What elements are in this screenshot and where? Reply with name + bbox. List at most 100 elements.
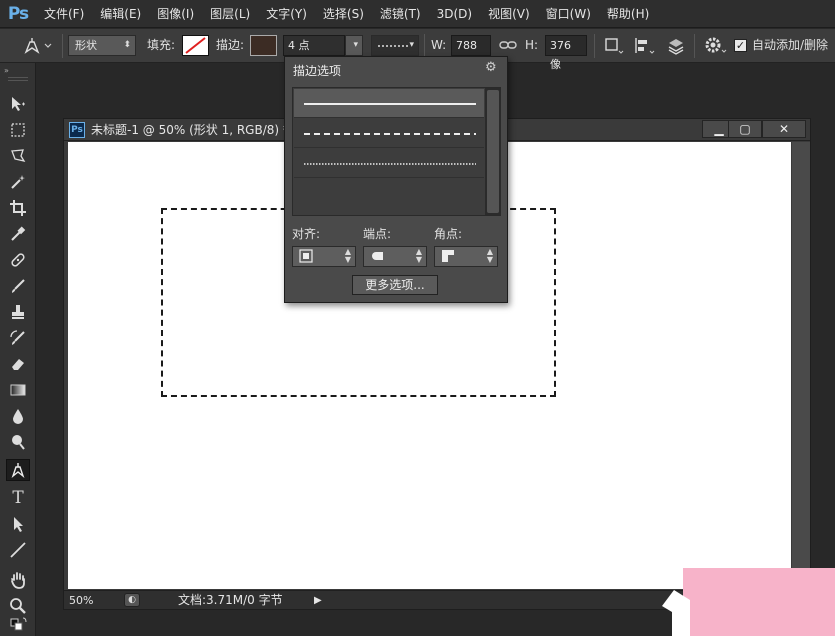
marquee-tool-icon[interactable] bbox=[6, 119, 30, 141]
stroke-list-scroll-thumb[interactable] bbox=[487, 90, 499, 213]
dotted-line-icon bbox=[304, 163, 476, 165]
panel-collapse-icon[interactable]: » bbox=[4, 66, 9, 75]
menu-layer[interactable]: 图层(L) bbox=[202, 0, 258, 28]
gear-icon[interactable]: ⚙ bbox=[485, 60, 497, 75]
watermark-glyph bbox=[662, 590, 690, 636]
eyedropper-icon[interactable] bbox=[6, 223, 30, 245]
height-label: H: bbox=[525, 38, 539, 52]
healing-brush-icon[interactable] bbox=[6, 249, 30, 271]
line-tool-icon[interactable] bbox=[6, 539, 30, 561]
dodge-tool-icon[interactable] bbox=[6, 431, 30, 453]
magic-wand-icon[interactable] bbox=[6, 171, 30, 193]
app-logo: Ps bbox=[7, 3, 29, 24]
path-arrangement-icon[interactable] bbox=[664, 35, 688, 56]
height-input[interactable]: 376 像 bbox=[545, 35, 587, 71]
brush-tool-icon[interactable] bbox=[6, 275, 30, 297]
stroke-style-dotted[interactable] bbox=[294, 149, 484, 178]
swap-colors-icon[interactable] bbox=[6, 616, 30, 634]
menu-file[interactable]: 文件(F) bbox=[36, 0, 92, 28]
proof-setup-icon[interactable]: ◐ bbox=[124, 593, 140, 607]
more-options-button[interactable]: 更多选项... bbox=[352, 275, 438, 295]
auto-add-delete-checkbox[interactable]: ✓ bbox=[734, 39, 747, 53]
menu-filter[interactable]: 滤镜(T) bbox=[372, 0, 429, 28]
separator bbox=[424, 34, 425, 58]
gradient-tool-icon[interactable] bbox=[6, 379, 30, 401]
zoom-tool-icon[interactable] bbox=[6, 595, 30, 617]
menu-3d[interactable]: 3D(D) bbox=[429, 0, 480, 28]
dashed-line-icon bbox=[378, 45, 408, 47]
chevron-down-icon: ▾ bbox=[353, 40, 358, 50]
close-button[interactable]: ✕ bbox=[762, 120, 806, 138]
align-dropdown[interactable]: ▲ ▼ bbox=[292, 246, 356, 267]
document-info: 文档:3.71M/0 字节 bbox=[178, 593, 283, 607]
auto-add-delete-label: 自动添加/删除 bbox=[752, 38, 829, 52]
maximize-button[interactable]: ▢ bbox=[728, 120, 762, 138]
panel-grip[interactable] bbox=[8, 77, 28, 81]
stroke-type-dropdown[interactable]: ▾ bbox=[371, 35, 419, 56]
stroke-options-title: 描边选项 bbox=[293, 64, 342, 78]
ps-document-icon: Ps bbox=[69, 122, 85, 138]
menu-image[interactable]: 图像(I) bbox=[149, 0, 202, 28]
solid-line-icon bbox=[304, 103, 476, 105]
blur-tool-icon[interactable] bbox=[6, 405, 30, 427]
checkmark-icon: ✓ bbox=[734, 39, 747, 52]
path-alignment-icon[interactable] bbox=[632, 35, 656, 56]
caps-label: 端点: bbox=[363, 227, 392, 241]
dashed-line-icon bbox=[304, 133, 476, 135]
pen-icon bbox=[24, 38, 52, 54]
updown-arrows-icon: ▲ ▼ bbox=[415, 247, 422, 264]
history-brush-icon[interactable] bbox=[6, 327, 30, 349]
tools-panel: » T bbox=[0, 63, 36, 636]
corners-label: 角点: bbox=[434, 227, 463, 241]
type-tool-icon[interactable]: T bbox=[6, 487, 30, 509]
width-label: W: bbox=[431, 38, 447, 52]
no-fill-slash-icon bbox=[185, 37, 206, 54]
stroke-style-solid[interactable] bbox=[294, 89, 484, 118]
menu-bar: Ps 文件(F) 编辑(E) 图像(I) 图层(L) 文字(Y) 选择(S) 滤… bbox=[0, 0, 835, 28]
stroke-width-dropdown-button[interactable]: ▾ bbox=[345, 35, 363, 56]
path-operations-icon[interactable] bbox=[602, 35, 624, 56]
status-menu-arrow-icon[interactable]: ▶ bbox=[314, 591, 322, 610]
updown-arrows-icon: ▲ ▼ bbox=[344, 247, 351, 264]
menu-window[interactable]: 窗口(W) bbox=[538, 0, 599, 28]
stroke-align-inside-icon bbox=[299, 249, 313, 263]
stroke-options-panel: 描边选项 ⚙ 对齐: 端点: 角点: ▲ ▼ ▲ ▼ ▲ ▼ 更多选项... bbox=[284, 56, 508, 303]
vertical-scrollbar[interactable] bbox=[792, 142, 810, 589]
stroke-style-dashed[interactable] bbox=[294, 119, 484, 148]
stroke-swatch[interactable] bbox=[250, 35, 277, 56]
gear-icon[interactable] bbox=[702, 35, 728, 56]
link-icon[interactable] bbox=[498, 35, 518, 56]
menu-edit[interactable]: 编辑(E) bbox=[92, 0, 149, 28]
menu-type[interactable]: 文字(Y) bbox=[258, 0, 315, 28]
tool-mode-dropdown[interactable]: 形状 ⬍ bbox=[68, 35, 136, 56]
updown-arrows-icon: ▲ ▼ bbox=[486, 247, 493, 264]
menu-help[interactable]: 帮助(H) bbox=[599, 0, 657, 28]
clone-stamp-icon[interactable] bbox=[6, 301, 30, 323]
move-tool-icon[interactable] bbox=[6, 93, 30, 115]
caps-dropdown[interactable]: ▲ ▼ bbox=[363, 246, 427, 267]
menu-view[interactable]: 视图(V) bbox=[480, 0, 538, 28]
hand-tool-icon[interactable] bbox=[6, 569, 30, 591]
lasso-tool-icon[interactable] bbox=[6, 145, 30, 167]
pen-tool-icon[interactable] bbox=[6, 459, 30, 481]
eraser-icon[interactable] bbox=[6, 353, 30, 375]
stroke-width-input[interactable]: 4 点 bbox=[283, 35, 345, 56]
pen-tool-preset-picker[interactable] bbox=[18, 35, 58, 56]
menu-select[interactable]: 选择(S) bbox=[315, 0, 372, 28]
updown-arrows-icon: ⬍ bbox=[123, 40, 131, 50]
separator bbox=[62, 34, 63, 58]
watermark-overlay bbox=[683, 568, 835, 636]
align-label: 对齐: bbox=[292, 227, 321, 241]
miter-corner-icon bbox=[442, 250, 454, 262]
separator bbox=[594, 34, 595, 58]
width-input[interactable]: 788 像 bbox=[451, 35, 491, 71]
zoom-level[interactable]: 50% bbox=[69, 591, 93, 610]
crop-tool-icon[interactable] bbox=[6, 197, 30, 219]
stroke-style-list bbox=[292, 87, 501, 216]
fill-swatch[interactable] bbox=[182, 35, 209, 56]
maximize-icon: ▢ bbox=[739, 122, 751, 136]
stroke-label: 描边: bbox=[216, 38, 245, 52]
path-selection-icon[interactable] bbox=[6, 513, 30, 535]
corners-dropdown[interactable]: ▲ ▼ bbox=[434, 246, 498, 267]
round-cap-icon bbox=[372, 252, 383, 260]
